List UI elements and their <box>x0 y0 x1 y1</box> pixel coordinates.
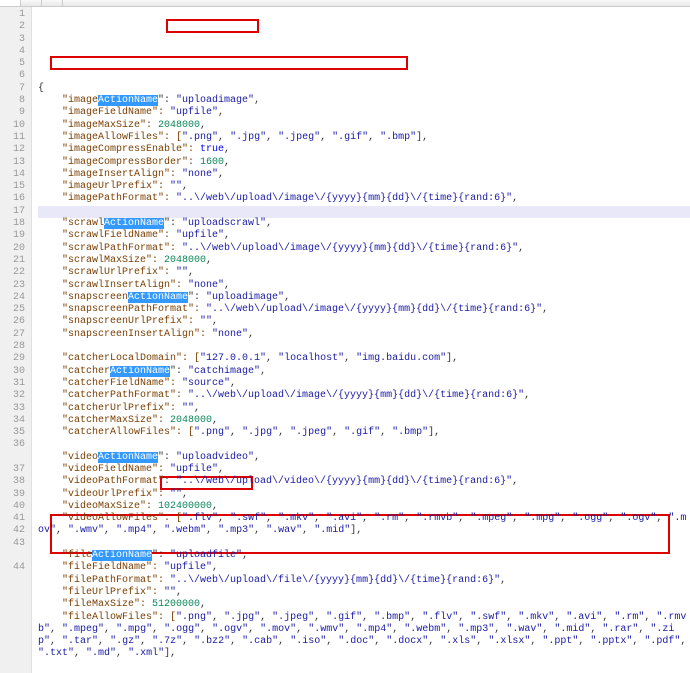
code-line[interactable]: "scrawlActionName": "uploadscrawl", <box>38 218 690 230</box>
code-line[interactable]: "fileAllowFiles": [".png", ".jpg", ".jpe… <box>38 612 690 661</box>
line-number: 33 <box>0 403 25 415</box>
code-line[interactable]: "imageCompressEnable": true, <box>38 144 690 156</box>
line-number: 40 <box>0 501 25 513</box>
line-number: 19 <box>0 230 25 242</box>
tab-bar <box>0 0 690 7</box>
editor-tab[interactable] <box>0 0 21 6</box>
line-number: 39 <box>0 489 25 501</box>
line-number: 3 <box>0 34 25 46</box>
code-line[interactable]: "snapscreenActionName": "uploadimage", <box>38 292 690 304</box>
code-line[interactable]: "scrawlMaxSize": 2048000, <box>38 255 690 267</box>
code-line[interactable] <box>38 206 690 218</box>
code-line[interactable]: "videoUrlPrefix": "", <box>38 489 690 501</box>
code-line[interactable]: "imageMaxSize": 2048000, <box>38 120 690 132</box>
editor-tab[interactable] <box>42 0 63 6</box>
code-line[interactable]: "imageAllowFiles": [".png", ".jpg", ".jp… <box>38 132 690 144</box>
line-number: 31 <box>0 378 25 390</box>
code-line[interactable]: "imagePathFormat": "..\/web\/upload\/ima… <box>38 193 690 205</box>
line-number: 41 <box>0 513 25 525</box>
code-line[interactable]: "snapscreenPathFormat": "..\/web\/upload… <box>38 304 690 316</box>
line-number: 8 <box>0 95 25 107</box>
code-line[interactable]: { <box>38 83 690 95</box>
line-number: 11 <box>0 132 25 144</box>
code-line[interactable]: "videoMaxSize": 102400000, <box>38 501 690 513</box>
line-number: 13 <box>0 157 25 169</box>
line-number: 17 <box>0 206 25 218</box>
code-line[interactable]: "scrawlInsertAlign": "none", <box>38 280 690 292</box>
code-line[interactable]: "videoAllowFiles": [".flv", ".swf", ".mk… <box>38 513 690 538</box>
code-line[interactable]: "imageActionName": "uploadimage", <box>38 95 690 107</box>
line-number: 5 <box>0 58 25 70</box>
code-line[interactable]: "snapscreenUrlPrefix": "", <box>38 316 690 328</box>
line-number: 7 <box>0 83 25 95</box>
line-number: 29 <box>0 353 25 365</box>
code-line[interactable]: "snapscreenInsertAlign": "none", <box>38 329 690 341</box>
code-line[interactable]: "catcherAllowFiles": [".png", ".jpg", ".… <box>38 427 690 439</box>
line-number-gutter: 1234567891011121314151617181920212223242… <box>0 7 32 673</box>
line-number: 22 <box>0 267 25 279</box>
line-number: 34 <box>0 415 25 427</box>
code-line[interactable]: "catcherUrlPrefix": "", <box>38 403 690 415</box>
line-number: 10 <box>0 120 25 132</box>
line-number: 38 <box>0 476 25 488</box>
line-number: 16 <box>0 193 25 205</box>
code-line[interactable]: "videoPathFormat": "..\/web\/upload\/vid… <box>38 476 690 488</box>
line-number: 37 <box>0 464 25 476</box>
code-line[interactable] <box>38 661 690 673</box>
highlight-box <box>166 19 259 33</box>
code-line[interactable] <box>38 341 690 353</box>
line-number: 44 <box>0 562 25 574</box>
code-line[interactable]: "fileFieldName": "upfile", <box>38 562 690 574</box>
line-number: 9 <box>0 107 25 119</box>
line-number: 35 <box>0 427 25 439</box>
code-line[interactable]: "imageFieldName": "upfile", <box>38 107 690 119</box>
line-number: 28 <box>0 341 25 353</box>
line-number: 4 <box>0 46 25 58</box>
code-line[interactable]: "catcherActionName": "catchimage", <box>38 366 690 378</box>
code-line[interactable]: "catcherMaxSize": 2048000, <box>38 415 690 427</box>
code-line[interactable]: "scrawlUrlPrefix": "", <box>38 267 690 279</box>
code-line[interactable]: "videoActionName": "uploadvideo", <box>38 452 690 464</box>
line-number: 30 <box>0 366 25 378</box>
line-number: 26 <box>0 316 25 328</box>
code-line[interactable]: "imageInsertAlign": "none", <box>38 169 690 181</box>
line-number: 12 <box>0 144 25 156</box>
code-editor[interactable]: { "imageActionName": "uploadimage", "ima… <box>32 7 690 673</box>
line-number: 14 <box>0 169 25 181</box>
highlight-box <box>50 56 408 70</box>
line-number: 18 <box>0 218 25 230</box>
line-number: 15 <box>0 181 25 193</box>
code-line[interactable]: "catcherPathFormat": "..\/web\/upload\/i… <box>38 390 690 402</box>
line-number: 25 <box>0 304 25 316</box>
code-line[interactable]: "fileMaxSize": 51200000, <box>38 599 690 611</box>
code-line[interactable]: "fileActionName": "uploadfile", <box>38 550 690 562</box>
code-line[interactable]: "fileUrlPrefix": "", <box>38 587 690 599</box>
editor-tab[interactable] <box>21 0 42 6</box>
line-number: 24 <box>0 292 25 304</box>
line-number: 32 <box>0 390 25 402</box>
line-number: 6 <box>0 70 25 82</box>
line-number: 21 <box>0 255 25 267</box>
code-line[interactable]: "catcherLocalDomain": ["127.0.0.1", "loc… <box>38 353 690 365</box>
line-number: 27 <box>0 329 25 341</box>
line-number: 20 <box>0 243 25 255</box>
line-number: 42 <box>0 525 25 537</box>
code-line[interactable]: "filePathFormat": "..\/web\/upload\/file… <box>38 575 690 587</box>
code-line[interactable] <box>38 538 690 550</box>
line-number: 43 <box>0 538 25 563</box>
code-line[interactable] <box>38 439 690 451</box>
line-number: 23 <box>0 280 25 292</box>
code-line[interactable]: "imageCompressBorder": 1600, <box>38 157 690 169</box>
line-number: 1 <box>0 9 25 21</box>
code-line[interactable]: "imageUrlPrefix": "", <box>38 181 690 193</box>
line-number: 2 <box>0 21 25 33</box>
code-line[interactable]: "scrawlFieldName": "upfile", <box>38 230 690 242</box>
line-number: 36 <box>0 439 25 464</box>
code-line[interactable]: "videoFieldName": "upfile", <box>38 464 690 476</box>
code-line[interactable]: "scrawlPathFormat": "..\/web\/upload\/im… <box>38 243 690 255</box>
code-line[interactable]: "catcherFieldName": "source", <box>38 378 690 390</box>
